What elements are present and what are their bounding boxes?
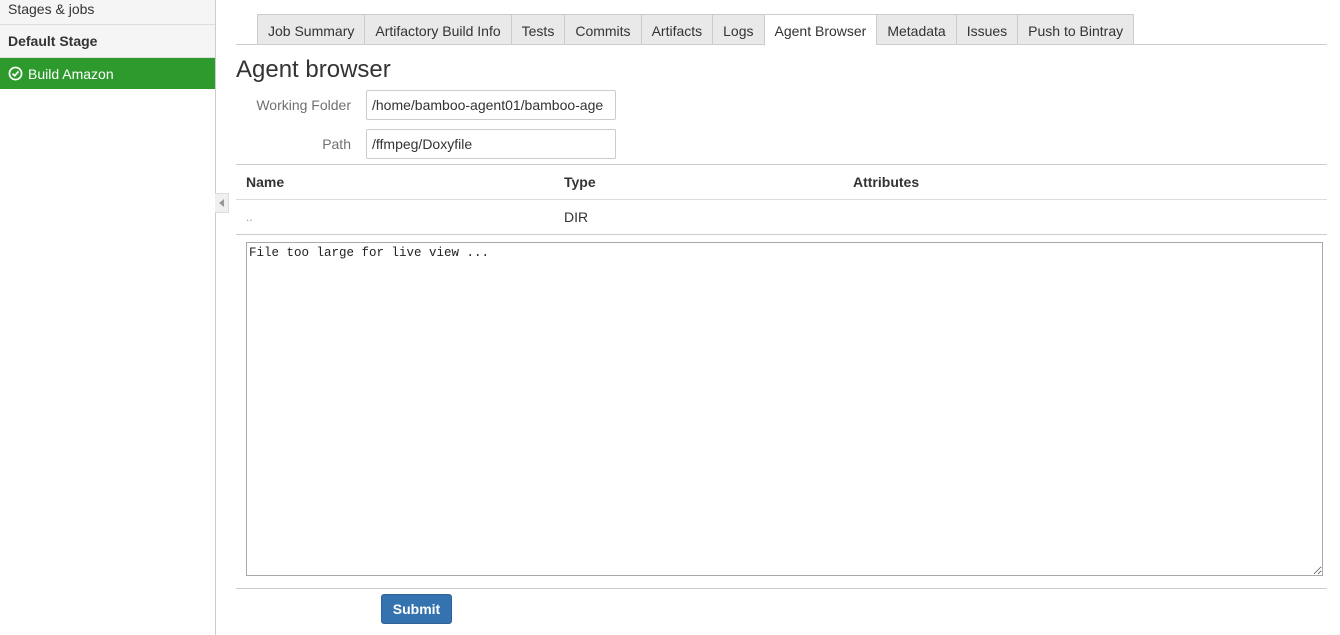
tab-agent-browser[interactable]: Agent Browser	[763, 14, 877, 46]
table-row[interactable]: .. DIR	[236, 200, 1327, 235]
column-header-type: Type	[564, 174, 596, 190]
row-type: DIR	[564, 209, 589, 225]
tab-issues[interactable]: Issues	[955, 14, 1018, 45]
file-viewer-textarea[interactable]: File too large for live view ...	[246, 242, 1323, 576]
working-folder-input[interactable]	[366, 90, 616, 120]
tab-artifactory-build-info[interactable]: Artifactory Build Info	[364, 14, 511, 45]
job-label: Build Amazon	[28, 65, 114, 82]
check-circle-icon	[8, 66, 23, 81]
page-title: Agent browser	[236, 56, 391, 83]
tab-commits[interactable]: Commits	[564, 14, 641, 45]
stage-name: Default Stage	[0, 25, 215, 58]
working-folder-label: Working Folder	[256, 97, 351, 113]
path-label: Path	[322, 136, 351, 152]
tab-metadata[interactable]: Metadata	[876, 14, 956, 45]
sidebar-title: Stages & jobs	[0, 0, 215, 25]
tab-artifacts[interactable]: Artifacts	[640, 14, 713, 45]
file-table: Name Type Attributes .. DIR	[236, 164, 1327, 235]
tab-job-summary[interactable]: Job Summary	[257, 14, 365, 45]
row-name-link[interactable]: ..	[236, 210, 554, 224]
tab-push-to-bintray[interactable]: Push to Bintray	[1017, 14, 1135, 45]
divider	[236, 588, 1327, 589]
path-input[interactable]	[366, 129, 616, 159]
sidebar-job-build-amazon[interactable]: Build Amazon	[0, 58, 215, 89]
chevron-left-icon	[218, 199, 224, 207]
sidebar-collapse-handle[interactable]	[215, 193, 229, 213]
path-row: Path	[236, 129, 616, 159]
sidebar: Stages & jobs Default Stage Build Amazon	[0, 0, 216, 635]
tab-logs[interactable]: Logs	[712, 14, 764, 45]
column-header-name: Name	[246, 174, 285, 190]
tab-tests[interactable]: Tests	[510, 14, 565, 45]
table-header: Name Type Attributes	[236, 165, 1327, 200]
column-header-attributes: Attributes	[853, 174, 920, 190]
submit-button[interactable]: Submit	[381, 594, 452, 624]
working-folder-row: Working Folder	[236, 90, 616, 120]
tab-bar: Job Summary Artifactory Build Info Tests…	[236, 14, 1327, 46]
